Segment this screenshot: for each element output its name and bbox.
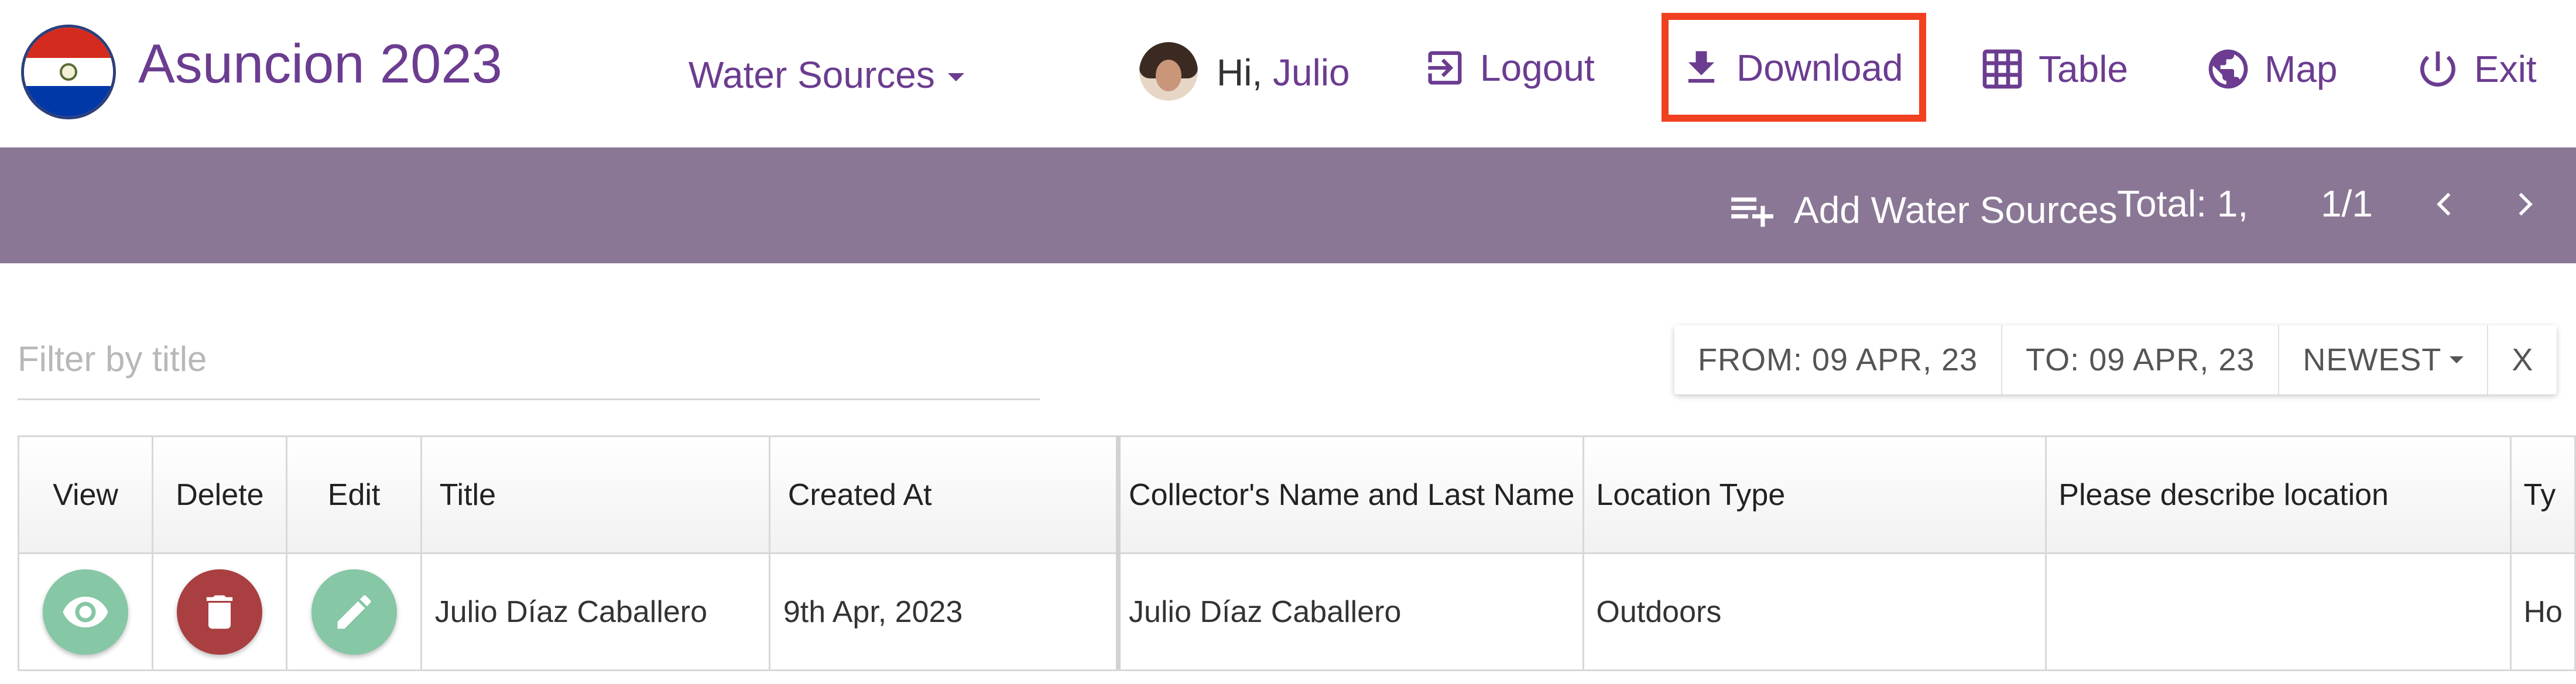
to-date-button[interactable]: TO: 09 APR, 23 [2002, 325, 2280, 394]
power-icon [2420, 51, 2455, 87]
toolbar-band: Add Water Sources Total: 1, 1/1 [0, 147, 2576, 263]
table-grid-icon [1982, 49, 2022, 89]
add-water-sources-label: Add Water Sources [1794, 189, 2118, 231]
delete-cell [152, 552, 288, 671]
caret-down-icon [947, 73, 964, 81]
edit-cell [286, 552, 422, 671]
globe-icon [2208, 49, 2248, 89]
add-water-sources-button[interactable]: Add Water Sources [1727, 185, 2118, 235]
greeting-prefix: Hi, [1217, 51, 1263, 94]
next-page-button[interactable] [2507, 184, 2542, 225]
app-header: Asuncion 2023 Water Sources Hi, Julio Lo… [0, 0, 2576, 147]
location-type-cell: Outdoors [1582, 552, 2047, 671]
logout-label: Logout [1480, 47, 1595, 89]
page-indicator: 1/1 [2321, 183, 2373, 225]
table-row: Julio Díaz Caballero 9th Apr, 2023 Julio… [17, 552, 2576, 671]
describe-location-cell [2045, 552, 2512, 671]
type-cell: Ho [2510, 552, 2576, 671]
dataset-dropdown[interactable]: Water Sources [688, 56, 964, 94]
column-header-collector[interactable]: Collector's Name and Last Name [1116, 435, 1585, 554]
column-header-created-at[interactable]: Created At [768, 435, 1119, 554]
clear-filter-button[interactable]: X [2488, 325, 2557, 394]
column-header-describe-location[interactable]: Please describe location [2045, 435, 2512, 554]
logout-button[interactable]: Logout [1423, 46, 1595, 90]
playlist-add-icon [1731, 197, 1773, 227]
filter-by-title-input[interactable] [18, 319, 1040, 400]
column-header-edit: Edit [286, 435, 422, 554]
edit-button[interactable] [311, 569, 397, 655]
exit-label: Exit [2474, 48, 2537, 90]
collector-cell: Julio Díaz Caballero [1116, 552, 1585, 671]
column-header-title[interactable]: Title [420, 435, 770, 554]
chevron-right-icon [2519, 193, 2533, 216]
avatar [1139, 42, 1198, 101]
table-view-button[interactable]: Table [1979, 46, 2128, 92]
chevron-left-icon [2437, 193, 2451, 216]
sort-dropdown[interactable]: NEWEST [2279, 325, 2489, 394]
dataset-dropdown-label: Water Sources [688, 54, 935, 96]
table-header-row: View Delete Edit Title Created At Collec… [17, 435, 2576, 554]
table-divider [18, 669, 2576, 671]
records-table: View Delete Edit Title Created At Collec… [17, 435, 2576, 671]
date-filter-group: FROM: 09 APR, 23 TO: 09 APR, 23 NEWEST X [1674, 325, 2557, 394]
logout-icon [1428, 51, 1462, 85]
trash-icon [207, 595, 233, 628]
paraguay-flag-icon[interactable] [21, 25, 116, 119]
sort-label: NEWEST [2303, 342, 2442, 377]
from-date-button[interactable]: FROM: 09 APR, 23 [1674, 325, 2003, 394]
map-view-button[interactable]: Map [2205, 46, 2338, 92]
eye-icon [63, 596, 108, 627]
created-at-cell: 9th Apr, 2023 [768, 552, 1119, 671]
user-greeting: Hi, Julio [1217, 54, 1350, 91]
map-label: Map [2265, 48, 2338, 90]
column-header-view: View [17, 435, 154, 554]
view-cell [17, 552, 154, 671]
exit-button[interactable]: Exit [2414, 46, 2537, 92]
view-button[interactable] [43, 569, 129, 655]
column-header-location-type[interactable]: Location Type [1582, 435, 2047, 554]
column-header-type[interactable]: Ty [2510, 435, 2576, 554]
pencil-icon [337, 594, 371, 628]
delete-button[interactable] [177, 569, 263, 655]
column-header-delete: Delete [152, 435, 288, 554]
username: Julio [1273, 51, 1350, 94]
total-count: Total: 1, [2117, 183, 2249, 225]
prev-page-button[interactable] [2427, 184, 2462, 225]
title-cell: Julio Díaz Caballero [420, 552, 770, 671]
app-title: Asuncion 2023 [138, 33, 502, 94]
table-label: Table [2039, 48, 2128, 90]
download-highlight-box [1662, 13, 1926, 122]
caret-down-icon [2450, 356, 2464, 363]
